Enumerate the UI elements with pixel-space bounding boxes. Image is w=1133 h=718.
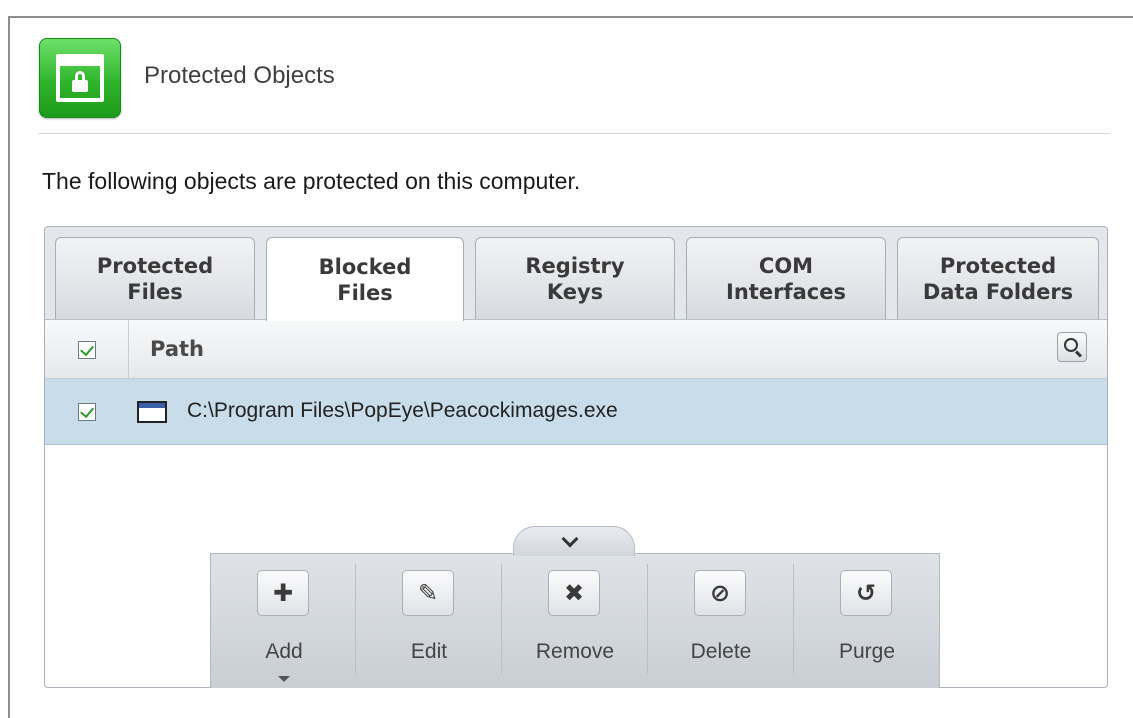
collapse-toolbar-button[interactable] (513, 526, 635, 556)
delete-label: Delete (690, 640, 752, 663)
application-window-icon (137, 401, 167, 423)
pencil-icon[interactable]: ✎ (402, 570, 454, 616)
remove-button[interactable]: ✖ Remove (502, 554, 648, 689)
page-title: Protected Objects (144, 62, 335, 89)
tab-protected-data-folders[interactable]: Protected Data Folders (897, 237, 1099, 319)
search-button[interactable] (1057, 332, 1087, 362)
delete-button[interactable]: ⊘ Delete (648, 554, 794, 689)
dropdown-arrow-icon[interactable] (278, 676, 290, 682)
column-separator (128, 320, 129, 378)
plus-icon[interactable]: ✚ (257, 570, 309, 616)
select-all-checkbox[interactable] (78, 341, 96, 359)
edit-label: Edit (410, 640, 448, 663)
tab-com-interfaces[interactable]: COM Interfaces (686, 237, 886, 319)
chevron-down-icon (561, 530, 579, 548)
row-checkbox[interactable] (78, 403, 96, 421)
x-icon[interactable]: ✖ (548, 570, 600, 616)
add-label: Add (265, 640, 303, 663)
table-header: Path (45, 319, 1107, 379)
add-button[interactable]: ✚ Add (211, 554, 357, 689)
remove-label: Remove (535, 640, 615, 663)
shield-lock-icon (39, 38, 121, 118)
tab-blocked-files[interactable]: Blocked Files (266, 237, 464, 321)
action-toolbar: ✚ Add ✎ Edit ✖ Remove ⊘ Delete ↺ Purge (210, 553, 940, 688)
description-text: The following objects are protected on t… (42, 168, 581, 194)
file-path: C:\Program Files\PopEye\Peacockimages.ex… (187, 399, 618, 422)
tab-protected-files[interactable]: Protected Files (55, 237, 255, 319)
column-header-path[interactable]: Path (150, 337, 204, 361)
edit-button[interactable]: ✎ Edit (356, 554, 502, 689)
tab-bar: Protected Files Blocked Files Registry K… (45, 227, 1107, 321)
purge-label: Purge (838, 640, 896, 663)
block-icon[interactable]: ⊘ (694, 570, 746, 616)
divider (38, 133, 1110, 134)
window-border-top (8, 16, 1133, 18)
window-border-left (8, 16, 10, 718)
tab-registry-keys[interactable]: Registry Keys (475, 237, 675, 319)
table-row[interactable]: C:\Program Files\PopEye\Peacockimages.ex… (45, 379, 1107, 445)
purge-button[interactable]: ↺ Purge (794, 554, 940, 689)
refresh-icon[interactable]: ↺ (840, 570, 892, 616)
